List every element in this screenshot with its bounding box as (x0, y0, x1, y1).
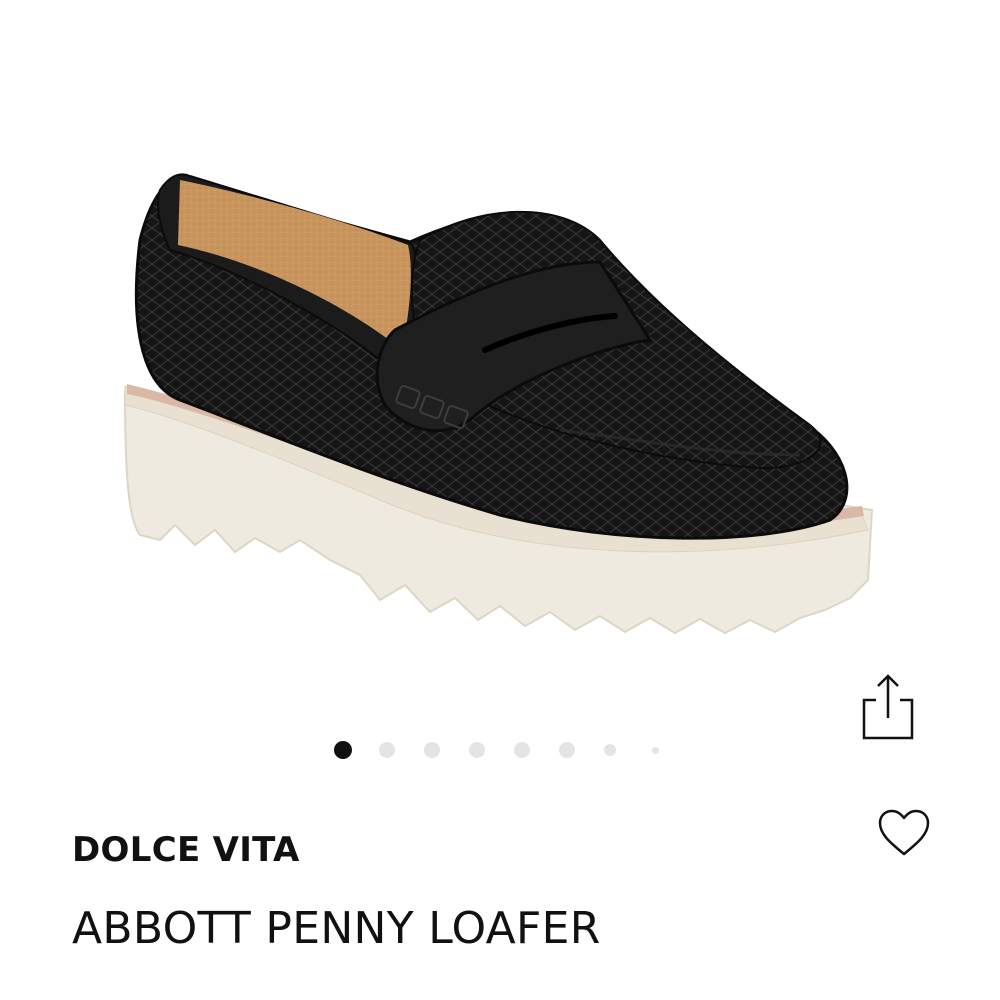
brand-name[interactable]: DOLCE VITA (72, 830, 300, 870)
share-icon[interactable] (858, 670, 918, 744)
image-pagination-dots (330, 738, 670, 762)
pagination-dot-2[interactable] (379, 742, 395, 758)
pagination-dot-1[interactable] (334, 741, 352, 759)
product-image[interactable] (0, 0, 1000, 720)
pagination-dot-4[interactable] (469, 742, 485, 758)
pagination-dot-8[interactable] (652, 747, 659, 754)
pagination-dot-3[interactable] (424, 742, 440, 758)
heart-outline-icon[interactable] (874, 806, 934, 860)
product-title: ABBOTT PENNY LOAFER (72, 903, 601, 954)
pagination-dot-5[interactable] (514, 742, 530, 758)
pagination-dot-7[interactable] (604, 744, 616, 756)
pagination-dot-6[interactable] (559, 742, 575, 758)
